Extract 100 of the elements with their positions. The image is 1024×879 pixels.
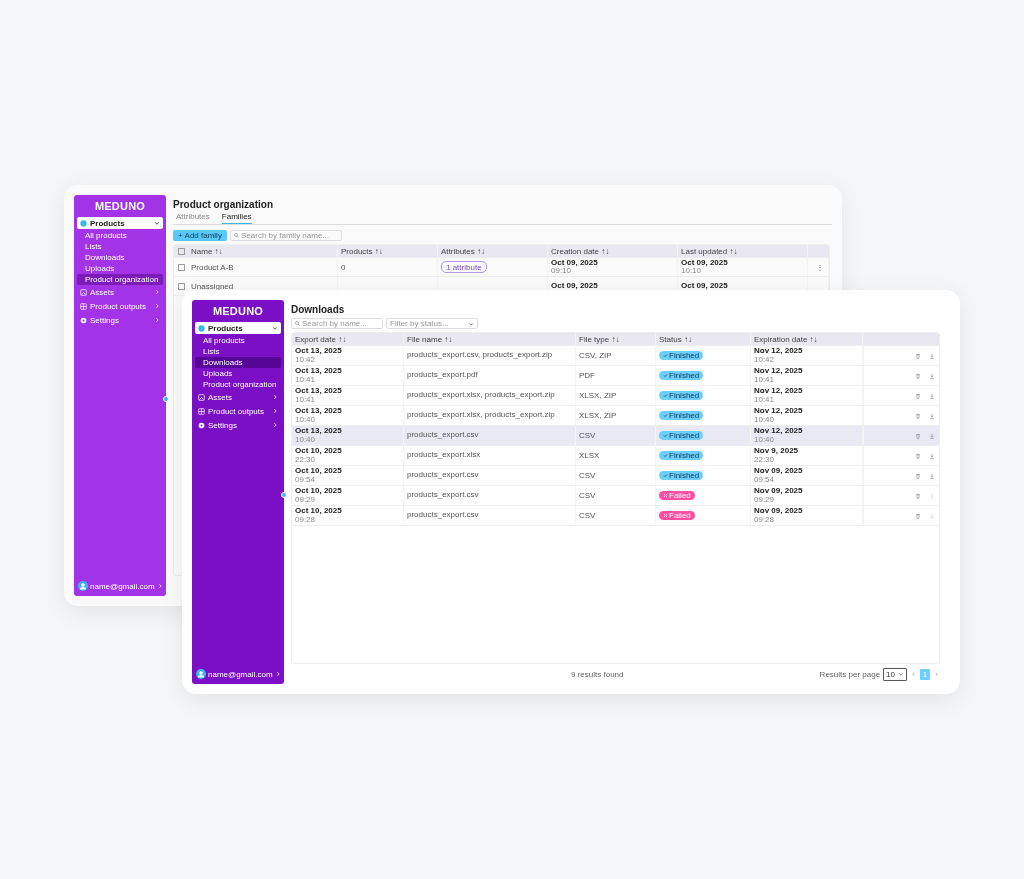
more-menu[interactable]: ⋮ [816, 262, 824, 272]
delete-icon[interactable] [915, 432, 921, 439]
checkbox[interactable] [177, 247, 185, 255]
column-header[interactable]: Attributes ↑↓ [438, 245, 548, 257]
nav-subitem[interactable]: Lists [77, 241, 163, 252]
nav-subitem[interactable]: Uploads [77, 263, 163, 274]
time-text: 10:41 [295, 375, 316, 384]
tab[interactable]: Families [221, 212, 252, 224]
user-menu[interactable]: name@gmail.com [77, 581, 163, 591]
delete-icon[interactable] [915, 452, 921, 459]
column-header[interactable]: Name ↑↓ [188, 245, 338, 257]
column-header[interactable]: Expiration date ↑↓ [751, 333, 863, 345]
time-text: 22:30 [754, 455, 775, 464]
time-text: 09:28 [754, 515, 775, 524]
nav-item[interactable]: Settings [195, 419, 281, 431]
time-text: 10:41 [754, 375, 775, 384]
table-row[interactable]: Oct 13, 2025 10:41 products_export.pdf PDF Finished Nov 12, 2025 10:41 [292, 366, 939, 386]
download-icon[interactable] [929, 392, 935, 399]
download-icon[interactable] [929, 472, 935, 479]
delete-icon[interactable] [915, 492, 921, 499]
sidebar-handle[interactable] [162, 395, 169, 402]
grid-icon [80, 302, 87, 310]
delete-icon[interactable] [915, 412, 921, 419]
file-type: XLSX [579, 451, 600, 460]
column-header[interactable]: Products ↑↓ [338, 245, 438, 257]
nav-subitem[interactable]: Lists [195, 346, 281, 357]
table-cell: Unassigned [191, 281, 234, 291]
time-text: 10:40 [295, 435, 316, 444]
chevron-right-icon [154, 303, 160, 309]
table-row[interactable]: Oct 10, 2025 22:30 products_export.xlsx XLSX Finished Nov 9, 2025 22:30 [292, 446, 939, 466]
chevron-right-icon [156, 583, 163, 589]
nav-item[interactable]: Product outputs [77, 300, 163, 312]
delete-icon[interactable] [915, 392, 921, 399]
per-page-select[interactable]: 10 [883, 667, 907, 681]
nav-subitem[interactable]: Downloads [195, 357, 281, 368]
per-page-label: Results per page [819, 669, 881, 679]
time-text: 10:40 [754, 415, 775, 424]
nav-item[interactable]: Settings [77, 314, 163, 326]
file-name: products_export.csv [407, 491, 480, 500]
user-menu[interactable]: name@gmail.com [195, 669, 281, 679]
nav-item[interactable]: Products [77, 217, 163, 229]
download-icon[interactable] [929, 452, 935, 459]
nav-item[interactable]: Assets [77, 286, 163, 298]
delete-icon[interactable] [915, 352, 921, 359]
nav-subitem[interactable]: Uploads [195, 368, 281, 379]
delete-icon[interactable] [915, 372, 921, 379]
file-type: CSV [579, 471, 596, 480]
status-badge: Finished [659, 470, 704, 481]
logo: MEDUNO [93, 200, 147, 212]
file-type: XLSX, ZIP [579, 411, 617, 420]
time-text: 09:29 [754, 495, 775, 504]
table-row[interactable]: Oct 10, 2025 09:28 products_export.csv CSV Failed Nov 09, 2025 09:28 [292, 506, 939, 526]
chevron-down-icon [272, 325, 278, 331]
chevron-down-icon [154, 220, 160, 226]
table-row[interactable]: Oct 13, 2025 10:42 products_export.csv, products_export.zip CSV, ZIP Finished Nov 12, 2025 10:42 [292, 346, 939, 366]
date-text: Oct 09, 2025 [551, 281, 598, 291]
table-row[interactable]: Oct 10, 2025 09:29 products_export.csv CSV Failed Nov 09, 2025 09:29 [292, 486, 939, 506]
table-row[interactable]: Oct 13, 2025 10:41 products_export.xlsx, products_export.zip XLSX, ZIP Finished Nov 12, 2025 10:41 [292, 386, 939, 406]
date-text: Nov 12, 2025 [754, 407, 803, 416]
date-text: Nov 12, 2025 [754, 427, 803, 436]
column-header[interactable]: Status ↑↓ [656, 333, 751, 345]
date-text: Nov 12, 2025 [754, 387, 803, 396]
sidebar-handle[interactable] [280, 492, 287, 498]
table-row[interactable]: Oct 13, 2025 10:40 products_export.csv CSV Finished Nov 12, 2025 10:40 [292, 426, 939, 446]
date-text: Oct 13, 2025 [295, 367, 342, 376]
tab[interactable]: Attributes [176, 212, 210, 224]
checkbox[interactable] [177, 263, 185, 271]
nav-item[interactable]: Assets [195, 391, 281, 403]
nav-item[interactable]: Product outputs [195, 405, 281, 417]
download-icon[interactable] [929, 352, 935, 359]
nav-subitem[interactable]: All products [195, 335, 281, 346]
nav-subitem[interactable]: Product organization [77, 274, 163, 285]
time-text: 10:41 [295, 395, 316, 404]
time-text: 10:40 [295, 415, 316, 424]
delete-icon[interactable] [915, 512, 921, 519]
delete-icon[interactable] [915, 472, 921, 479]
nav-subitem[interactable]: All products [77, 230, 163, 241]
add-family-button[interactable]: + Add family [173, 230, 227, 241]
time-text: 22:30 [295, 455, 316, 464]
download-icon[interactable] [929, 432, 935, 439]
chevron-right-icon [272, 408, 278, 414]
nav-subitem[interactable]: Downloads [77, 252, 163, 263]
date-text: Nov 12, 2025 [754, 367, 803, 376]
column-header[interactable]: File type ↑↓ [576, 333, 656, 345]
table-cell: Product A-B [191, 262, 234, 272]
checkbox[interactable] [177, 282, 185, 290]
download-icon[interactable] [929, 412, 935, 419]
date-text: Nov 09, 2025 [754, 487, 803, 496]
column-header[interactable]: File name ↑↓ [404, 333, 576, 345]
time-text: 10:42 [295, 355, 316, 364]
column-header[interactable]: Last updated ↑↓ [678, 245, 808, 257]
date-text: Oct 09, 2025 [551, 258, 598, 267]
table-row[interactable]: Oct 10, 2025 09:54 products_export.csv CSV Finished Nov 09, 2025 09:54 [292, 466, 939, 486]
nav-subitem[interactable]: Product organization [195, 379, 281, 390]
file-type: CSV, ZIP [579, 351, 612, 360]
nav-item[interactable]: Products [195, 322, 281, 334]
column-header[interactable]: Export date ↑↓ [292, 333, 404, 345]
download-icon[interactable] [929, 372, 935, 379]
column-header[interactable]: Creation date ↑↓ [548, 245, 678, 257]
file-type: CSV [579, 511, 596, 520]
